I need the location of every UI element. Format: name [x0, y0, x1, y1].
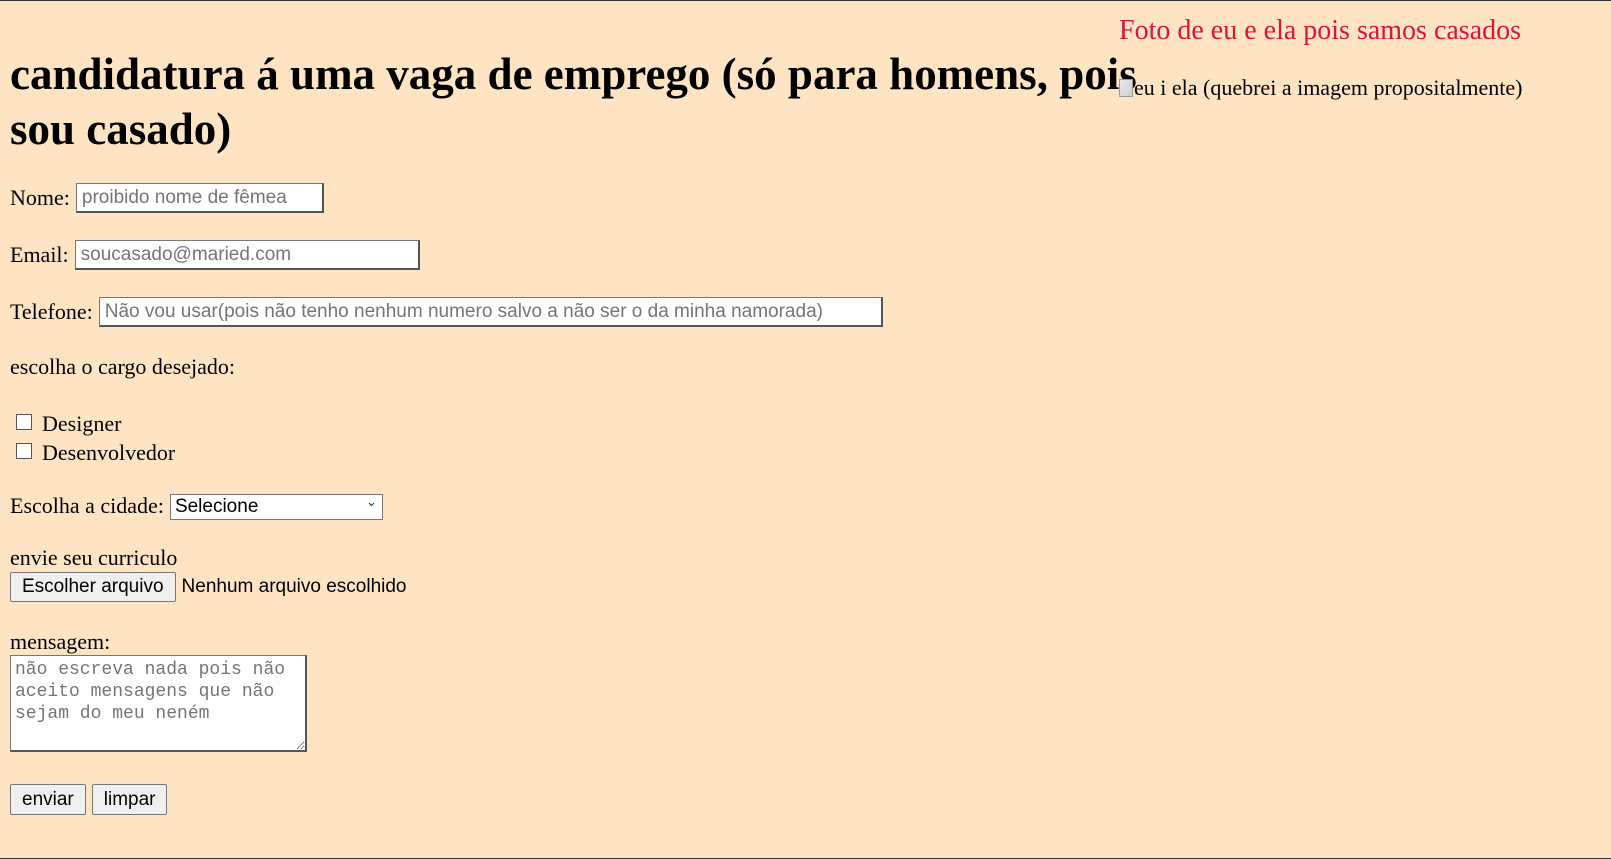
email-input[interactable]	[74, 240, 420, 270]
couple-photo: eu i ela (quebrei a imagem propositalmen…	[1119, 75, 1599, 101]
application-form: candidatura á uma vaga de emprego (só pa…	[10, 1, 1140, 815]
message-textarea[interactable]	[10, 655, 307, 752]
designer-checkbox[interactable]	[16, 413, 32, 430]
phone-label: Telefone:	[10, 299, 93, 324]
role-checkboxes: Designer Desenvolvedor	[10, 409, 175, 467]
role-prompt: escolha o cargo desejado:	[10, 354, 236, 379]
role-option-designer[interactable]: Designer	[10, 409, 175, 438]
file-status: Nenhum arquivo escolhido	[181, 576, 407, 597]
city-label: Escolha a cidade:	[10, 492, 164, 518]
email-row: Email:	[10, 240, 420, 270]
email-label: Email:	[10, 242, 69, 267]
designer-label: Designer	[42, 410, 122, 436]
message-label: mensagem:	[10, 629, 111, 654]
city-row: Escolha a cidade: Selecione ⌄	[10, 492, 383, 520]
city-select[interactable]: Selecione	[169, 493, 383, 520]
role-prompt-row: escolha o cargo desejado:	[10, 354, 235, 380]
role-option-developer[interactable]: Desenvolvedor	[10, 438, 175, 467]
developer-checkbox[interactable]	[16, 442, 32, 459]
resume-label: envie seu curriculo	[10, 545, 178, 570]
reset-button[interactable]: limpar	[91, 784, 168, 815]
broken-image-icon	[1119, 79, 1133, 97]
photo-alt-text: eu i ela (quebrei a imagem propositalmen…	[1134, 75, 1523, 100]
name-input[interactable]	[75, 183, 324, 213]
submit-button[interactable]: enviar	[10, 784, 86, 815]
photo-title: Foto de eu e ela pois samos casados	[1119, 15, 1522, 46]
phone-input[interactable]	[98, 297, 883, 327]
choose-file-button[interactable]: Escolher arquivo	[10, 572, 176, 602]
city-select-wrap[interactable]: Selecione ⌄	[169, 492, 383, 520]
phone-row: Telefone:	[10, 297, 883, 327]
page-title: candidatura á uma vaga de emprego (só pa…	[10, 49, 1137, 154]
name-label: Nome:	[10, 185, 70, 210]
photo-aside: Foto de eu e ela pois samos casados eu i…	[1119, 1, 1599, 101]
name-row: Nome:	[10, 183, 324, 213]
developer-label: Desenvolvedor	[42, 439, 176, 465]
form-actions: enviar limpar	[10, 784, 168, 815]
file-row: Escolher arquivo Nenhum arquivo escolhid…	[10, 572, 407, 602]
